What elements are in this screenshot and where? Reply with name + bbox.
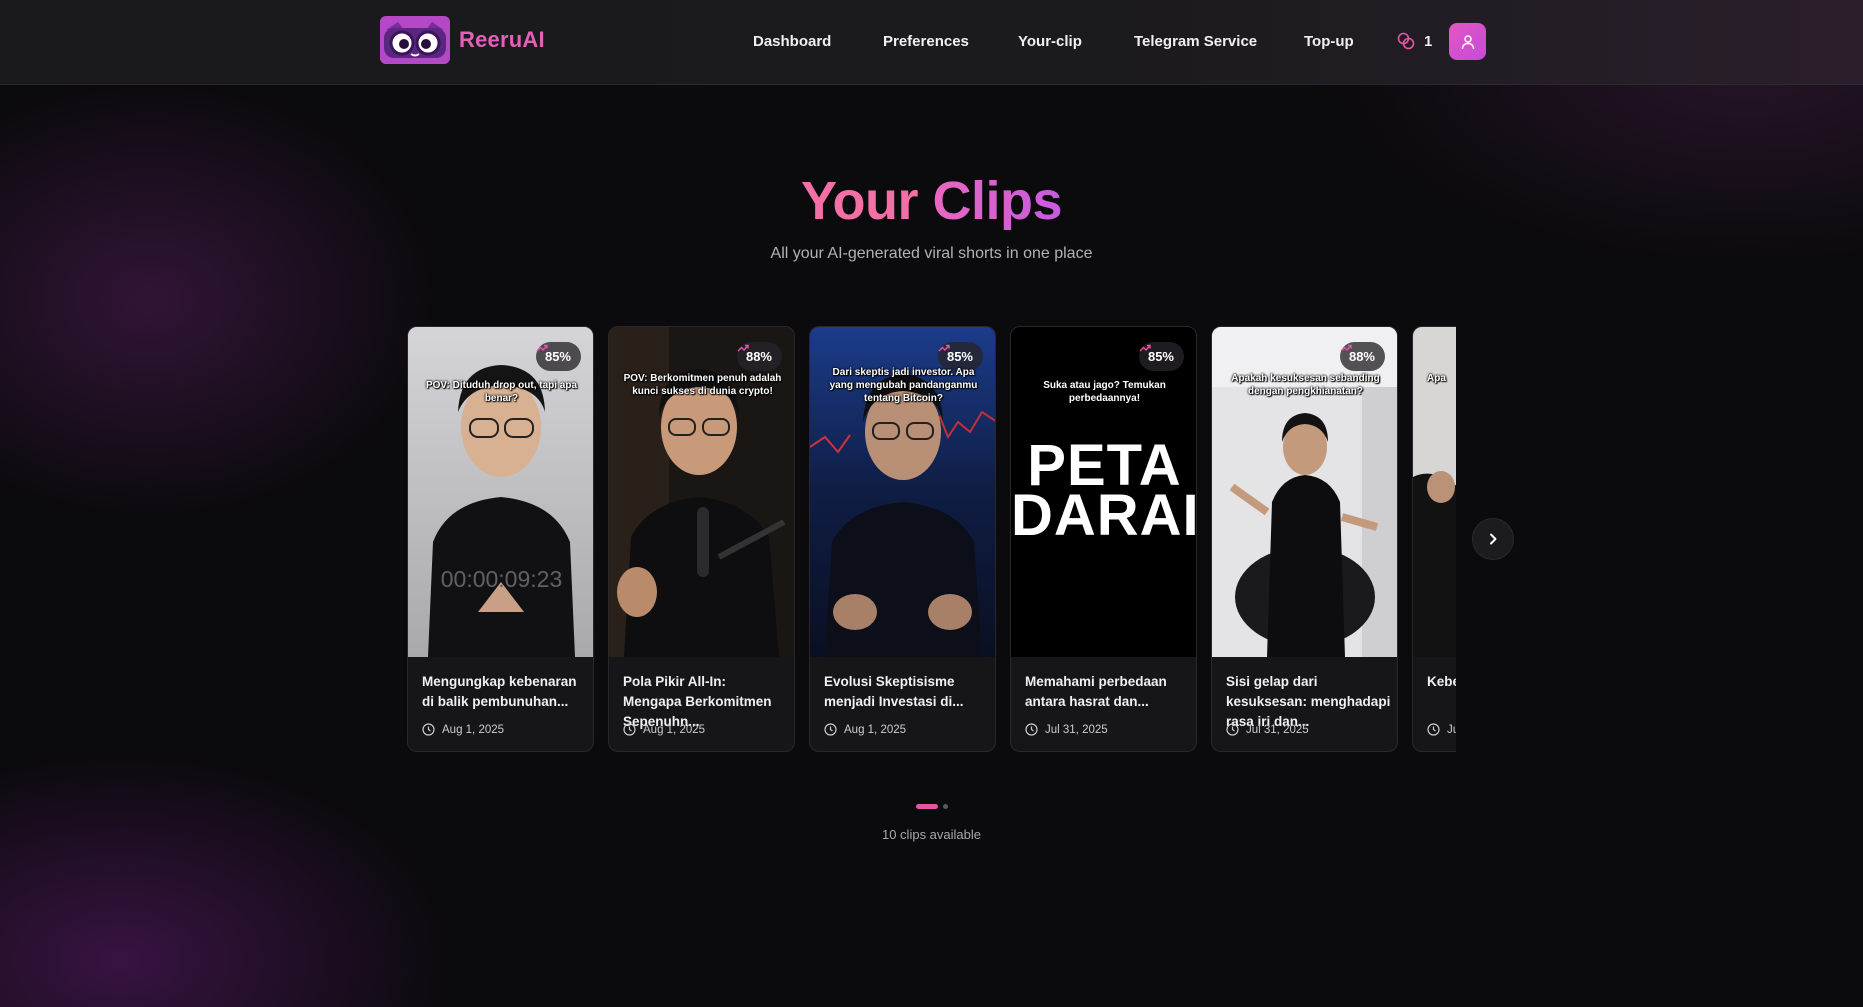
top-navbar: ReeruAI Dashboard Preferences Your-clip … bbox=[0, 0, 1863, 85]
clip-title: Memahami perbedaan antara hasrat dan... bbox=[1025, 674, 1167, 709]
nav-telegram-service[interactable]: Telegram Service bbox=[1134, 33, 1257, 50]
credits-indicator[interactable]: 1 bbox=[1396, 31, 1432, 51]
coins-icon bbox=[1397, 32, 1415, 50]
clip-date-text: Aug 1, 2025 bbox=[643, 723, 706, 736]
clip-card[interactable]: Apa Kebe Meng Ju bbox=[1412, 326, 1456, 752]
clip-date: Jul 31, 2025 bbox=[1025, 723, 1108, 736]
clip-title: Kebe Meng bbox=[1427, 674, 1456, 689]
viral-score-badge: 88% bbox=[1339, 342, 1385, 371]
viral-score: 85% bbox=[544, 349, 571, 364]
clip-thumbnail: Apa bbox=[1413, 327, 1456, 657]
clip-card[interactable]: 85% Suka atau jago? Temukan perbedaannya… bbox=[1010, 326, 1197, 752]
logo-mascot-icon bbox=[380, 16, 450, 64]
clips-count: 10 clips available bbox=[881, 827, 981, 842]
chevron-right-icon bbox=[1490, 533, 1497, 545]
clip-caption: Dari skeptis jadi investor. Apa yang men… bbox=[829, 367, 978, 404]
user-icon bbox=[1461, 34, 1474, 49]
trending-up-icon bbox=[737, 344, 749, 352]
clip-date: Aug 1, 2025 bbox=[422, 723, 504, 736]
clip-card[interactable]: 88% POV: Berkomitmen penuh adalah kunci … bbox=[608, 326, 795, 752]
viral-score-badge: 85% bbox=[1138, 342, 1184, 371]
clip-date: Jul 31, 2025 bbox=[1226, 723, 1309, 736]
clip-card[interactable]: 85% POV: Dituduh drop out, tapi apa bena… bbox=[407, 326, 594, 752]
clip-date-text: Ju bbox=[1447, 723, 1456, 736]
clip-date: Ju bbox=[1427, 723, 1456, 736]
clip-caption: Apa bbox=[1427, 373, 1446, 384]
clip-caption: POV: Berkomitmen penuh adalah kunci suks… bbox=[623, 373, 782, 397]
viral-score: 85% bbox=[946, 349, 973, 364]
clip-caption: Apakah kesuksesan sebanding dengan pengk… bbox=[1231, 373, 1380, 397]
clip-title: Mengungkap kebenaran di balik pembunuhan… bbox=[422, 674, 577, 709]
user-menu-button[interactable] bbox=[1449, 23, 1486, 60]
page-title-part2: Clips bbox=[932, 171, 1063, 231]
clock-icon bbox=[1226, 723, 1239, 736]
clip-thumbnail: 85% Dari skeptis jadi investor. Apa yang… bbox=[810, 327, 995, 657]
page-title-part1: Your bbox=[800, 171, 919, 231]
clip-thumbnail: 88% POV: Berkomitmen penuh adalah kunci … bbox=[609, 327, 794, 657]
clip-date-text: Aug 1, 2025 bbox=[844, 723, 907, 736]
nav-preferences[interactable]: Preferences bbox=[883, 33, 969, 50]
clip-date-text: Aug 1, 2025 bbox=[442, 723, 505, 736]
clip-timecode: 00:00:09:23 bbox=[440, 566, 563, 592]
clips-carousel: 85% POV: Dituduh drop out, tapi apa bena… bbox=[407, 326, 1456, 753]
clip-thumbnail: 85% POV: Dituduh drop out, tapi apa bena… bbox=[408, 327, 593, 657]
page-title: Your Clips bbox=[0, 170, 1863, 232]
pagination-dot[interactable] bbox=[943, 804, 948, 809]
viral-score: 88% bbox=[745, 349, 772, 364]
clip-caption: POV: Dituduh drop out, tapi apa benar? bbox=[425, 380, 578, 404]
page-subtitle: All your AI-generated viral shorts in on… bbox=[770, 245, 1093, 262]
trending-up-icon bbox=[536, 344, 548, 352]
clip-date: Aug 1, 2025 bbox=[623, 723, 705, 736]
clip-date-text: Jul 31, 2025 bbox=[1246, 723, 1309, 736]
trending-up-icon bbox=[1139, 344, 1151, 352]
clock-icon bbox=[422, 723, 435, 736]
trending-up-icon bbox=[938, 344, 950, 352]
nav-your-clip[interactable]: Your-clip bbox=[1018, 33, 1082, 50]
clock-icon bbox=[1025, 723, 1038, 736]
clip-date: Aug 1, 2025 bbox=[824, 723, 906, 736]
clip-card[interactable]: 85% Dari skeptis jadi investor. Apa yang… bbox=[809, 326, 996, 752]
brand-name: ReeruAI bbox=[459, 27, 545, 52]
nav-dashboard[interactable]: Dashboard bbox=[753, 33, 831, 50]
clip-thumbnail: 85% Suka atau jago? Temukan perbedaannya… bbox=[1011, 327, 1197, 657]
clock-icon bbox=[1427, 723, 1440, 736]
viral-score: 85% bbox=[1147, 349, 1174, 364]
credits-count: 1 bbox=[1424, 32, 1433, 50]
nav-top-up[interactable]: Top-up bbox=[1304, 33, 1354, 50]
brand-logo[interactable]: ReeruAI bbox=[380, 16, 545, 64]
viral-score: 88% bbox=[1348, 349, 1375, 364]
carousel-pagination bbox=[916, 804, 948, 809]
clip-overlay-text: DARAI bbox=[1011, 483, 1197, 548]
clip-caption: Suka atau jago? Temukan perbedaannya! bbox=[1043, 380, 1166, 404]
clip-date-text: Jul 31, 2025 bbox=[1045, 723, 1108, 736]
carousel-next-button[interactable] bbox=[1472, 518, 1514, 560]
viral-score-badge: 88% bbox=[736, 342, 782, 371]
clip-thumbnail: 88% Apakah kesuksesan sebanding dengan p… bbox=[1212, 327, 1397, 657]
clip-title: Evolusi Skeptisisme menjadi Investasi di… bbox=[824, 674, 964, 709]
trending-up-icon bbox=[1340, 344, 1352, 352]
viral-score-badge: 85% bbox=[535, 342, 581, 371]
pagination-dot-active[interactable] bbox=[916, 804, 938, 809]
clock-icon bbox=[623, 723, 636, 736]
clip-card[interactable]: 88% Apakah kesuksesan sebanding dengan p… bbox=[1211, 326, 1398, 752]
clock-icon bbox=[824, 723, 837, 736]
